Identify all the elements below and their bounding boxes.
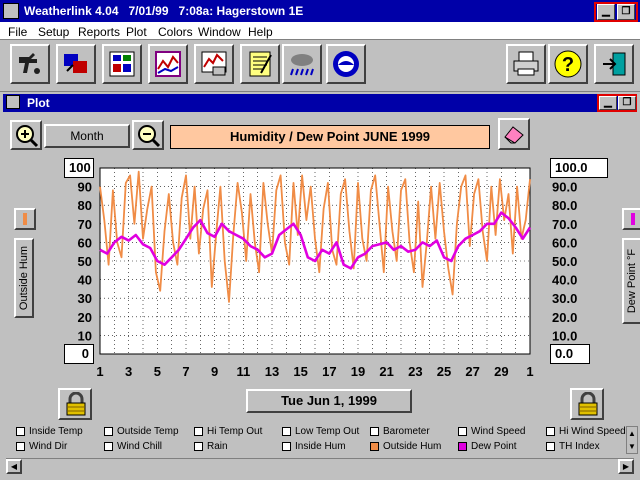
legend-checkbox[interactable] [370,441,379,451]
x-tick-label: 3 [125,364,132,379]
legend-label: Outside Temp [117,426,179,437]
x-tick-label: 1 [526,364,533,379]
legend-label: Barometer [383,426,430,437]
legend-label: Hi Wind Speed [559,426,626,437]
legend-checkbox[interactable] [16,441,25,451]
y-tick-label-right: 20.0 [552,310,577,325]
legend-label: Inside Hum [295,441,346,452]
x-tick-label: 15 [293,364,307,379]
y-tick-label-right: 60.0 [552,235,577,250]
legend-label: Low Temp Out [295,426,360,437]
x-tick-label: 11 [236,364,250,379]
x-tick-label: 1 [96,364,103,379]
legend-checkbox[interactable] [546,441,555,451]
legend-item[interactable]: Low Temp Out [282,426,359,437]
scroll-down-icon[interactable]: ▼ [627,440,637,453]
legend-label: Wind Dir [29,441,68,452]
legend-checkbox[interactable] [194,441,203,451]
x-tick-label: 9 [211,364,218,379]
legend-item[interactable]: Inside Temp [16,426,83,437]
x-tick-label: 25 [437,364,451,379]
legend-item[interactable]: Rain [194,441,228,452]
legend-label: Dew Point [471,441,517,452]
scroll-up-icon[interactable]: ▲ [627,427,637,440]
legend-item[interactable]: Wind Speed [458,426,525,437]
legend-label: Rain [207,441,228,452]
y-tick-label-left: 90 [78,180,92,195]
y-tick-label-left: 50 [78,254,92,269]
y-tick-label-right: 40.0 [552,273,577,288]
legend-panel: Inside Temp Outside Temp Hi Temp Out Low Te… [6,422,634,458]
y-tick-label-right: 90.0 [552,180,577,195]
right-lock-button[interactable] [570,388,604,420]
x-tick-label: 7 [182,364,189,379]
lock-icon [66,392,86,416]
y-tick-label-right: 70.0 [552,217,577,232]
scroll-left-icon[interactable]: ◀ [6,459,22,474]
legend-checkbox[interactable] [458,441,467,451]
legend-label: Inside Temp [29,426,83,437]
legend-checkbox[interactable] [104,441,113,451]
legend-item[interactable]: Outside Temp [104,426,179,437]
y-tick-label-right: 80.0 [552,198,577,213]
x-tick-label: 5 [154,364,161,379]
y-tick-label-left: 70 [78,217,92,232]
y-tick-label-left: 40 [78,273,92,288]
y-tick-label-left: 20 [78,310,92,325]
scroll-right-icon[interactable]: ▶ [618,459,634,474]
legend-checkbox[interactable] [282,441,291,451]
left-lock-button[interactable] [58,388,92,420]
legend-label: Wind Speed [471,426,526,437]
x-tick-label: 23 [408,364,422,379]
legend-checkbox[interactable] [546,426,555,436]
legend-item[interactable]: Wind Chill [104,441,162,452]
legend-checkbox[interactable] [104,426,113,436]
horizontal-scrollbar[interactable]: ◀ ▶ [6,458,634,474]
x-tick-label: 27 [465,364,479,379]
legend-checkbox[interactable] [458,426,467,436]
legend-checkbox[interactable] [370,426,379,436]
x-tick-label: 17 [322,364,336,379]
legend-item[interactable]: Wind Dir [16,441,67,452]
legend-checkbox[interactable] [282,426,291,436]
legend-item[interactable]: Dew Point [458,441,517,452]
legend-item[interactable]: Inside Hum [282,441,346,452]
legend-label: Outside Hum [383,441,442,452]
y-tick-label-left: 60 [78,235,92,250]
x-tick-label: 29 [494,364,508,379]
lock-icon [578,392,598,416]
date-button[interactable]: Tue Jun 1, 1999 [246,389,412,413]
y-tick-label-left: 10 [78,328,92,343]
legend-checkbox[interactable] [194,426,203,436]
legend-scrollbar[interactable]: ▲ ▼ [626,426,638,454]
y-tick-label-left: 80 [78,198,92,213]
legend-item[interactable]: Hi Wind Speed [546,426,626,437]
legend-item[interactable]: Hi Temp Out [194,426,262,437]
y-tick-label-right: 50.0 [552,254,577,269]
y-tick-label-right: 30.0 [552,291,577,306]
x-tick-label: 21 [379,364,393,379]
legend-label: Wind Chill [117,441,163,452]
legend-label: TH Index [559,441,600,452]
legend-item[interactable]: Outside Hum [370,441,441,452]
x-tick-label: 13 [265,364,279,379]
y-tick-label-right: 10.0 [552,328,577,343]
legend-item[interactable]: Barometer [370,426,430,437]
legend-item[interactable]: TH Index [546,441,600,452]
legend-checkbox[interactable] [16,426,25,436]
y-tick-label-left: 30 [78,291,92,306]
legend-label: Hi Temp Out [207,426,263,437]
x-tick-label: 19 [351,364,365,379]
